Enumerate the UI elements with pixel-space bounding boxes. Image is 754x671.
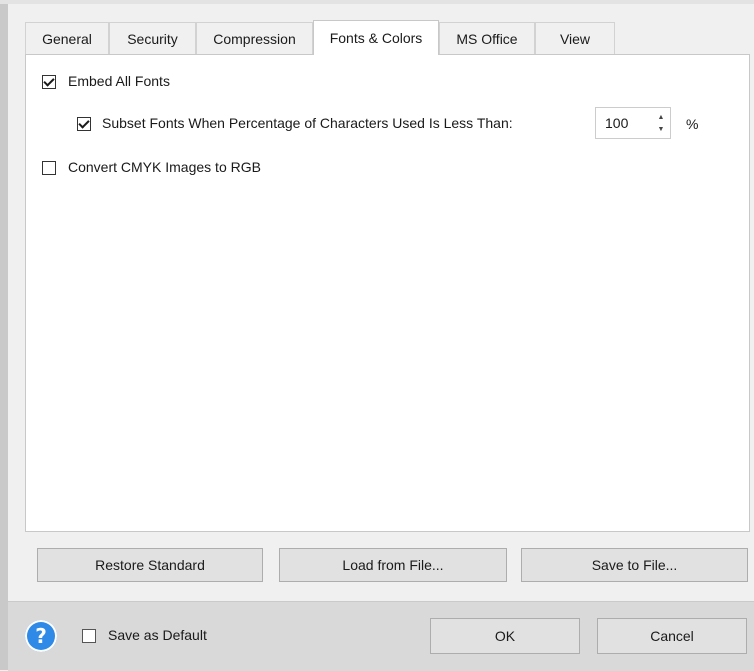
load-from-file-button[interactable]: Load from File... — [279, 548, 507, 582]
save-as-default-checkbox[interactable] — [82, 629, 96, 643]
convert-cmyk-label: Convert CMYK Images to RGB — [68, 159, 261, 175]
help-glyph: ? — [35, 624, 47, 648]
save-as-default-label: Save as Default — [108, 627, 207, 643]
help-icon[interactable]: ? — [25, 620, 57, 652]
restore-standard-button[interactable]: Restore Standard — [37, 548, 263, 582]
convert-cmyk-checkbox[interactable] — [42, 161, 56, 175]
spin-up-icon[interactable]: ▲ — [654, 111, 668, 123]
tab-compression[interactable]: Compression — [196, 22, 313, 54]
embed-all-fonts-label: Embed All Fonts — [68, 73, 170, 89]
save-to-file-button[interactable]: Save to File... — [521, 548, 748, 582]
subset-fonts-label: Subset Fonts When Percentage of Characte… — [102, 115, 513, 131]
tab-view[interactable]: View — [535, 22, 615, 54]
tab-fonts-colors[interactable]: Fonts & Colors — [313, 20, 439, 55]
subset-fonts-checkbox[interactable] — [77, 117, 91, 131]
tab-ms-office[interactable]: MS Office — [439, 22, 535, 54]
tab-security[interactable]: Security — [109, 22, 196, 54]
tab-general[interactable]: General — [25, 22, 109, 54]
ok-button[interactable]: OK — [430, 618, 580, 654]
subset-percentage-value[interactable]: 100 — [605, 115, 628, 131]
percent-unit-label: % — [686, 116, 699, 132]
window-left-edge — [0, 0, 8, 670]
cancel-button[interactable]: Cancel — [597, 618, 747, 654]
window-top-edge — [0, 0, 754, 4]
embed-all-fonts-checkbox[interactable] — [42, 75, 56, 89]
spin-down-icon[interactable]: ▼ — [654, 123, 668, 135]
subset-percentage-stepper[interactable]: 100 ▲ ▼ — [595, 107, 671, 139]
